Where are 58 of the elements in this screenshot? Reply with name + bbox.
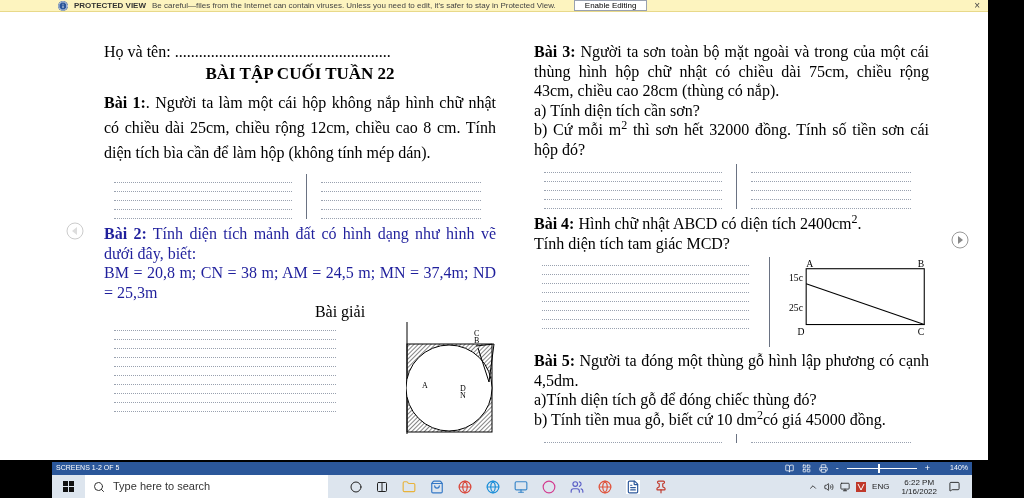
problem-text: Bài 5: Người ta đóng một thùng gỗ hình lập phương có cạnh 4,5dm. [534, 351, 929, 390]
close-button[interactable]: × [974, 0, 980, 11]
point-label: N [460, 391, 466, 400]
problem-text: Bài 1:. Người ta làm một cái hộp không nắp hình chữ nhật có chiều dài 25cm, chiều rộng 12cm, chiều cao 8 cm. Tính diện tích bìa cần để làm hộp (không tính mép dán). [104, 93, 496, 164]
protected-view-label: PROTECTED VIEW [74, 0, 146, 12]
monitor-icon[interactable] [514, 479, 528, 494]
problem-text: a)Tính diện tích gỗ để đóng chiếc thùng đó? [534, 390, 818, 410]
point-label: B [474, 336, 480, 345]
network-icon[interactable] [840, 481, 851, 492]
point-label: D [798, 326, 806, 338]
problem-text: a) Tính diện tích cần sơn? [534, 100, 701, 120]
zoom-in-button[interactable]: + [924, 464, 931, 473]
next-page-icon[interactable] [951, 231, 969, 249]
problem-text: b) Cứ mỗi m$^{2}$ thì sơn hết 32000 đồng. Tính số tiền sơn cái hộp đó? [534, 120, 929, 159]
pin-icon[interactable] [654, 479, 668, 494]
worksheet-title: BÀI TẬP CUỐI TUẦN 22 [204, 64, 396, 84]
globe-icon[interactable] [458, 479, 472, 494]
globe-icon[interactable] [598, 479, 612, 494]
web-layout-icon[interactable] [818, 464, 828, 473]
taskbar-search-field[interactable]: Type here to search [85, 475, 328, 498]
protected-view-message: Be careful—files from the Internet can contain viruses. Unless you need to edit, it's safer to stay in Protected View. [152, 0, 556, 12]
point-label: A [422, 381, 428, 390]
problem-text: Bài 4: Hình chữ nhật ABCD có diện tích 2400cm$^{2}$. [534, 214, 863, 234]
read-mode-icon[interactable] [784, 464, 794, 473]
people-icon[interactable] [570, 479, 584, 494]
length-label: 25c [789, 301, 804, 313]
point-label: C [474, 329, 480, 338]
circle-app-icon[interactable] [542, 479, 556, 494]
solution-heading: Bài giải [313, 302, 367, 322]
point-label: B [918, 257, 925, 269]
problem-text: Tính diện tích tam giác MCD? [534, 233, 731, 253]
point-label: A [806, 257, 814, 269]
problem-text: Bài 3: Người ta sơn toàn bộ mặt ngoài và trong của một cái thùng hình hộp chữ nhật có chiều dài 75cm, chiều rộng 43cm, chiều cao 28cm (thùng có nắp). [534, 42, 929, 101]
language-indicator[interactable]: ENG [872, 480, 890, 493]
problem-text: Bài 2: Tính diện tích mảnh đất có hình dạng như hình vẽ dưới đây, biết: [104, 224, 496, 263]
point-label: C [918, 326, 925, 338]
globe-icon[interactable] [486, 479, 500, 494]
search-icon [93, 480, 105, 493]
circle-icon[interactable] [350, 480, 362, 493]
problem-text: b) Tính tiền mua gỗ, biết cứ 10 dm$^{2}$có giá 45000 đồng. [534, 409, 887, 429]
enable-editing-button[interactable]: Enable Editing [573, 0, 648, 11]
zoom-slider-thumb[interactable] [878, 464, 881, 473]
name-line: Họ và tên: ...................................................... [104, 42, 392, 62]
info-icon [58, 0, 68, 11]
speaker-icon[interactable] [824, 481, 835, 492]
clock-date: 1/16/2022 [901, 486, 937, 496]
windows-logo-icon[interactable] [63, 481, 74, 492]
notifications-icon[interactable] [949, 481, 960, 492]
point-label: D [460, 384, 466, 393]
length-label: 15c [789, 271, 804, 283]
clock-time: 6:22 PM [904, 477, 935, 487]
problem-text: BM = 20,8 m; CN = 38 m; AM = 24,5 m; MN = 37,4m; ND = 25,3m [104, 263, 496, 302]
store-icon[interactable] [430, 479, 444, 494]
zoom-out-button[interactable]: - [835, 464, 839, 473]
v-logo-icon[interactable] [856, 481, 867, 492]
task-view-icon[interactable] [376, 480, 388, 493]
document-icon[interactable] [626, 479, 640, 494]
print-layout-icon[interactable] [801, 464, 811, 473]
